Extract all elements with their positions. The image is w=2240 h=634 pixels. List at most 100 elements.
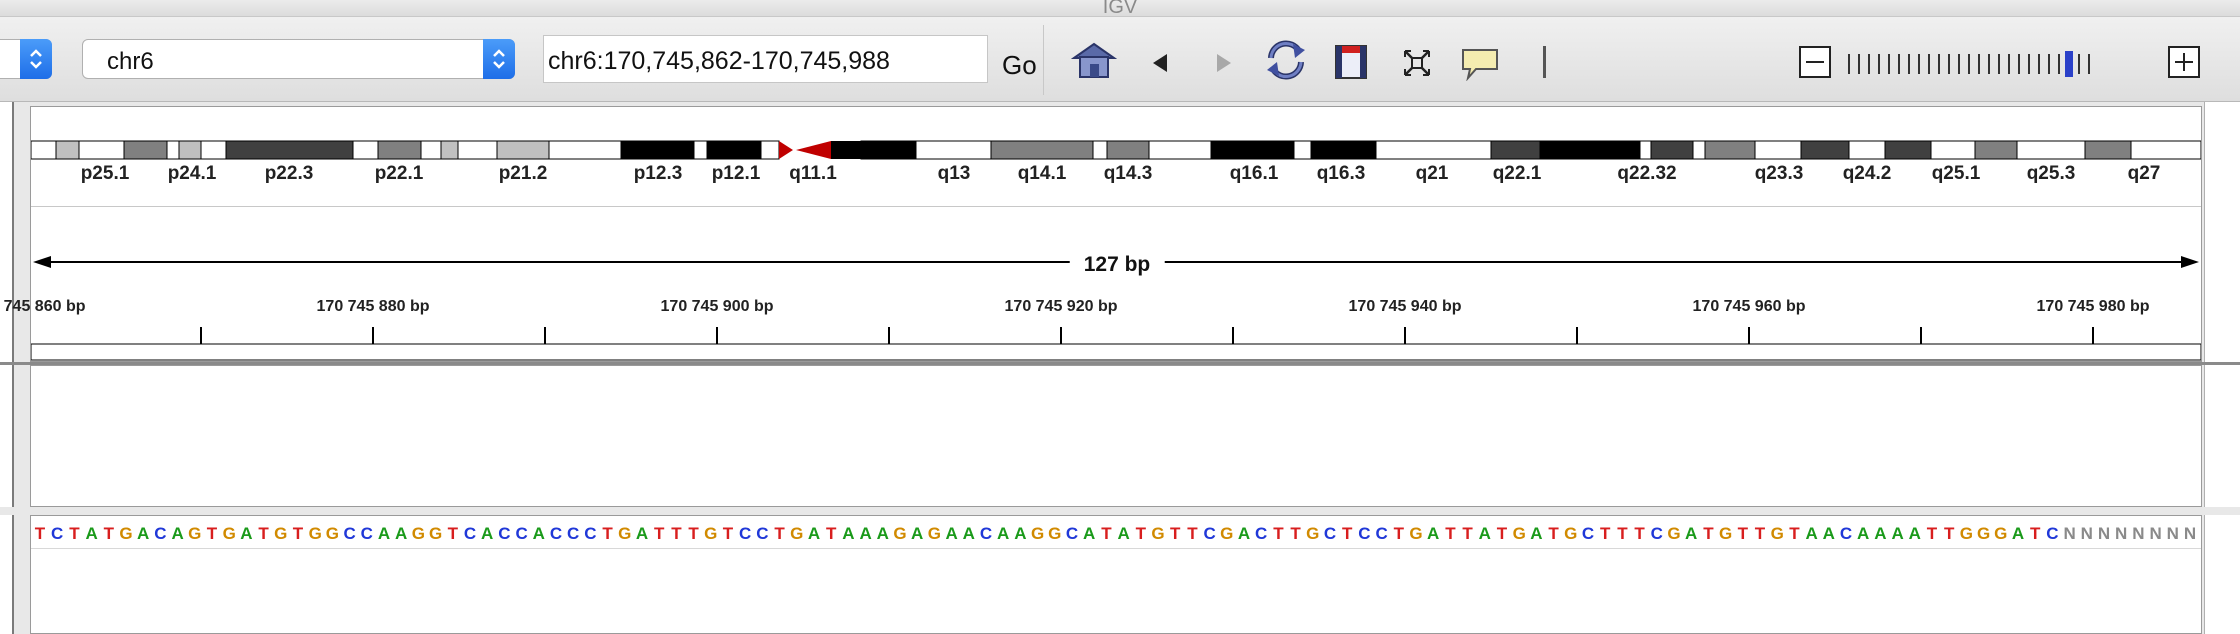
- resize-to-window-icon[interactable]: [1402, 48, 1432, 83]
- zoom-tick: [1918, 54, 1920, 74]
- sequence-base: A: [859, 524, 872, 543]
- cytoband: [548, 140, 622, 160]
- sequence-base: G: [1718, 524, 1733, 543]
- feature-name-panel[interactable]: [0, 515, 14, 634]
- sequence-base: T: [1290, 524, 1301, 543]
- sequence-base: T: [1135, 524, 1146, 543]
- cytoband: [225, 140, 354, 160]
- header-name-panel[interactable]: [0, 102, 14, 364]
- cytoband: [166, 140, 180, 160]
- genome-select[interactable]: [0, 39, 52, 79]
- chromosome-ideogram[interactable]: [31, 107, 2201, 163]
- sequence-base: T: [2029, 524, 2041, 543]
- sequence-base: A: [842, 524, 855, 543]
- sequence-base: N: [2166, 524, 2179, 543]
- sequence-base: C: [979, 524, 993, 543]
- sequence-base: A: [911, 524, 924, 543]
- zoom-tick: [2088, 54, 2090, 74]
- ruler-line-icon[interactable]: [1541, 45, 1549, 84]
- ruler-tick-label: 170 745 940 bp: [1348, 298, 1462, 315]
- locus-input[interactable]: chr6:170,745,862-170,745,988: [543, 35, 988, 83]
- span-label: 127 bp: [1069, 253, 1165, 277]
- sequence-base: T: [258, 524, 269, 543]
- sequence-base: T: [1926, 524, 1938, 543]
- cytoband: [860, 140, 917, 160]
- zoom-out-button[interactable]: [1799, 46, 1831, 83]
- zoom-tick: [1978, 54, 1980, 74]
- zoom-tick: [2018, 54, 2020, 74]
- sequence-base: C: [498, 524, 511, 543]
- sequence-base: G: [1030, 524, 1045, 543]
- cytoband: [1210, 140, 1295, 160]
- chromosome-select[interactable]: chr6: [82, 39, 515, 79]
- band-label: q16.1: [1229, 163, 1279, 184]
- sequence-base: C: [1323, 524, 1337, 543]
- ruler-tick-label: 170 745 960 bp: [1692, 298, 1806, 315]
- sequence-base: G: [1564, 524, 1578, 543]
- sequence-base: T: [722, 524, 734, 543]
- sequence-base: G: [1667, 524, 1681, 543]
- data-panel[interactable]: [30, 365, 2202, 507]
- zoom-tick: [1888, 54, 1890, 74]
- sequence-base: T: [1341, 524, 1353, 543]
- sequence-base: C: [1065, 524, 1079, 543]
- header-attribute-panel: [2204, 102, 2240, 364]
- genome-select-arrows-icon[interactable]: [20, 39, 52, 79]
- cytoband: [831, 141, 861, 159]
- sequence-base: A: [1117, 524, 1130, 543]
- chromosome-select-arrows-icon[interactable]: [483, 39, 515, 79]
- band-label: p25.1: [80, 163, 130, 184]
- cytoband: [1490, 140, 1541, 160]
- sequence-base: N: [2115, 524, 2128, 543]
- sequence-base: T: [653, 524, 665, 543]
- cytoband: [55, 140, 80, 160]
- sequence-base: G: [1959, 524, 1973, 543]
- zoom-tick: [2008, 54, 2010, 74]
- cytoband: [377, 140, 422, 160]
- cytoband: [496, 140, 550, 160]
- sequence-base: C: [549, 524, 563, 543]
- sequence-base: G: [1220, 524, 1234, 543]
- sequence-base: T: [1187, 524, 1198, 543]
- sequence-base: G: [1306, 524, 1320, 543]
- band-label: q23.3: [1754, 163, 1804, 184]
- cytoband: [2016, 140, 2086, 160]
- zoom-slider[interactable]: [1846, 51, 2096, 77]
- toolbar: chr6 chr6:170,745,862-170,745,988 Go: [0, 17, 2240, 102]
- go-button[interactable]: Go: [1002, 50, 1037, 81]
- header-panel[interactable]: p25.1 p24.1 p22.3 p22.1 p21.2 p12.3 p12.1 q11.1…: [0, 106, 2202, 363]
- cytoband: [420, 140, 442, 160]
- ruler-tick-label: 170 745 900 bp: [660, 298, 774, 315]
- sequence-base: N: [2080, 524, 2093, 543]
- sequence-base: T: [1634, 524, 1645, 543]
- zoom-tick: [2028, 54, 2030, 74]
- sequence-base: G: [893, 524, 907, 543]
- cytoband: [1148, 140, 1212, 160]
- sequence-base: T: [34, 524, 46, 543]
- zoom-tick: [1848, 54, 1850, 74]
- feature-panel[interactable]: TCTATGACAGTGATGTGGCCAAGGTCACCACCCTGATTTG…: [30, 515, 2202, 634]
- popup-text-icon[interactable]: [1460, 47, 1500, 86]
- zoom-tick: [1898, 54, 1900, 74]
- refresh-icon[interactable]: [1263, 38, 1309, 87]
- cytoband: [178, 140, 202, 160]
- cytoband: [1704, 140, 1756, 160]
- sequence-base: G: [1048, 524, 1062, 543]
- sequence-track[interactable]: TCTATGACAGTGATGTGGCCAAGGTCACCACCCTGATTTG…: [31, 524, 2201, 546]
- cytoband: [915, 140, 992, 160]
- sequence-base: G: [1994, 524, 2008, 543]
- band-label: p22.1: [374, 163, 424, 184]
- data-name-panel[interactable]: [0, 365, 14, 507]
- zoom-in-button[interactable]: [2168, 46, 2200, 83]
- forward-arrow-icon[interactable]: [1214, 52, 1234, 79]
- home-icon[interactable]: [1070, 41, 1118, 84]
- cytoband: [1650, 140, 1694, 160]
- back-arrow-icon[interactable]: [1150, 52, 1170, 79]
- sequence-base: A: [2011, 524, 2025, 543]
- sequence-base: T: [1393, 524, 1404, 543]
- region-of-interest-icon[interactable]: [1334, 44, 1368, 85]
- sequence-base: C: [584, 524, 597, 543]
- cytoband: [457, 140, 498, 160]
- sequence-base: T: [1599, 524, 1611, 543]
- ruler[interactable]: [31, 207, 2201, 363]
